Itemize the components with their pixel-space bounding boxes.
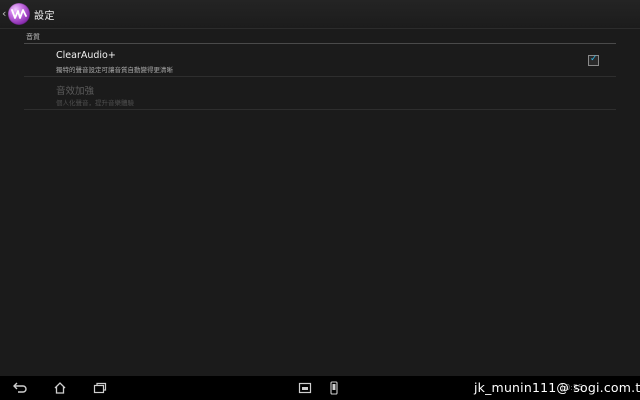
- action-bar: ‹ 設定: [0, 0, 640, 29]
- phone-icon[interactable]: [329, 381, 339, 395]
- pref-title: ClearAudio+: [56, 50, 116, 61]
- recent-apps-icon[interactable]: [93, 381, 107, 395]
- walkman-app-icon[interactable]: [8, 3, 30, 25]
- page-title: 設定: [34, 11, 55, 22]
- pref-summary: 獨特的聲音設定可讓音質自動變得更清晰: [56, 66, 173, 74]
- settings-list: 音質 ClearAudio+ 獨特的聲音設定可讓音質自動變得更清晰 ✓ 音效加強…: [0, 29, 640, 376]
- section-header: 音質: [26, 33, 40, 41]
- back-icon[interactable]: [12, 381, 28, 395]
- clearaudio-checkbox[interactable]: ✓: [588, 54, 599, 66]
- row-divider: [24, 109, 616, 110]
- small-app-icon[interactable]: [298, 381, 312, 395]
- home-icon[interactable]: [53, 381, 67, 395]
- pref-sound-enhancement: 音效加強 個人化聲音，提升音樂體驗: [24, 77, 616, 109]
- watermark-text: jk_munin111@ sogi.com.tw: [474, 380, 640, 395]
- pref-clearaudio[interactable]: ClearAudio+ 獨特的聲音設定可讓音質自動變得更清晰 ✓: [24, 44, 616, 76]
- pref-summary: 個人化聲音，提升音樂體驗: [56, 99, 134, 107]
- checkmark-icon: ✓: [590, 54, 598, 64]
- pref-title: 音效加強: [56, 86, 95, 97]
